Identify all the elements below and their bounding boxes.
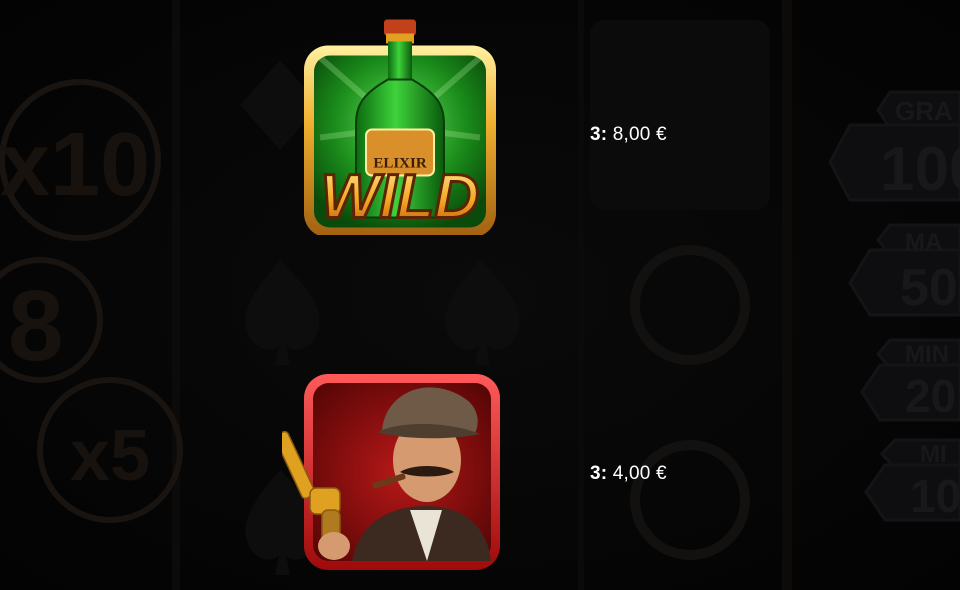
payout-count: 3: [590, 124, 608, 145]
gangster-with-revolver-icon [282, 374, 500, 570]
payout-value: 8,00 € [612, 124, 667, 145]
svg-text:WILD: WILD [321, 163, 479, 232]
elixir-bottle-wild-icon: ELIXIR WILD [304, 19, 496, 235]
faded-multiplier-label: x10 [0, 115, 150, 215]
faded-jackpot-label: 20 [905, 370, 956, 422]
payout-count: 3: [590, 463, 608, 484]
faded-multiplier-label: 8 [8, 270, 64, 382]
faded-jackpot-label: MI [920, 441, 947, 468]
faded-jackpot-label: 10 [910, 470, 960, 522]
payout-wild: 3: 8,00 € [590, 124, 667, 146]
faded-jackpot-label: 50 [900, 259, 958, 317]
faded-jackpot-label: GRA [895, 96, 953, 126]
faded-multiplier-label: x5 [70, 416, 150, 496]
faded-jackpot-label: MA [905, 229, 942, 256]
payout-value: 4,00 € [612, 463, 667, 484]
faded-jackpot-label: MIN [905, 341, 949, 368]
payout-gangster: 3: 4,00 € [590, 463, 667, 485]
faded-jackpot-label: 100 [880, 135, 960, 204]
